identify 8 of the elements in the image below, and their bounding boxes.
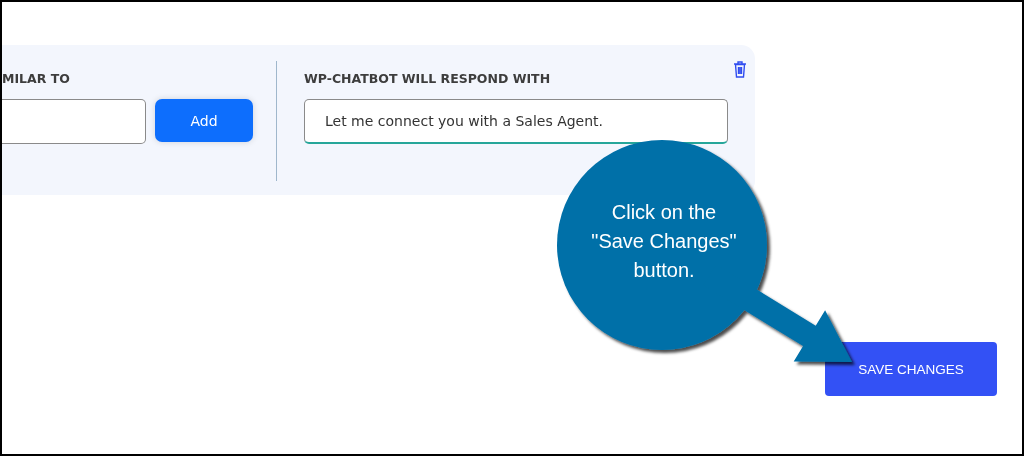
save-button[interactable]: SAVE CHANGES xyxy=(825,342,997,396)
response-input[interactable]: Let me connect you with a Sales Agent. xyxy=(304,99,728,144)
trash-icon[interactable] xyxy=(733,61,747,78)
response-label: WP-CHATBOT WILL RESPOND WITH xyxy=(304,71,552,87)
add-button[interactable]: Add xyxy=(155,99,253,142)
trigger-label: MILAR TO xyxy=(2,71,71,87)
callout-text: Click on the "Save Changes" button. xyxy=(590,200,738,283)
trigger-input[interactable] xyxy=(2,99,146,144)
